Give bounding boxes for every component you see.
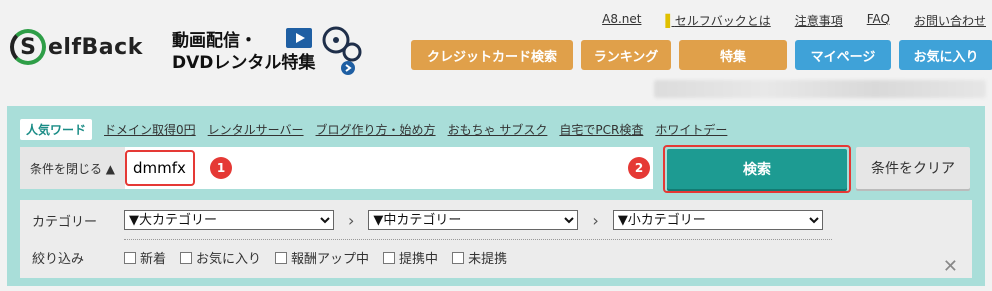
logo-wordmark: elfBack xyxy=(48,34,143,60)
redacted-user-info xyxy=(654,80,986,98)
chevron-right-icon: › xyxy=(592,210,599,230)
close-icon[interactable]: ✕ xyxy=(943,256,958,277)
promo-media-icons xyxy=(284,24,364,76)
popular-word-link[interactable]: ブログ作り方・始め方 xyxy=(316,121,436,138)
checkbox-unpartnered[interactable]: 未提携 xyxy=(452,248,507,267)
filter-divider xyxy=(124,239,832,240)
search-panel: 人気ワード ドメイン取得0円 レンタルサーバー ブログ作り方・始め方 おもちゃ … xyxy=(7,106,985,286)
checkbox-box[interactable] xyxy=(383,251,396,264)
checkbox-favorites[interactable]: お気に入り xyxy=(180,248,261,267)
filter-area: カテゴリー ▼大カテゴリー › ▼中カテゴリー › ▼小カテゴリー 絞り込み 新… xyxy=(20,200,972,278)
page: S elfBack 動画配信・ DVDレンタル特集 A8.net ▌セルフバック… xyxy=(0,0,992,291)
leaf-icon: ▌ xyxy=(665,14,675,28)
popular-word-link[interactable]: ホワイトデー xyxy=(655,121,727,138)
link-faq[interactable]: FAQ xyxy=(867,12,890,29)
toggle-conditions-button[interactable]: 条件を閉じる ▲ xyxy=(20,147,125,189)
popular-word-link[interactable]: ドメイン取得0円 xyxy=(104,121,196,138)
nav-button-mypage[interactable]: マイページ xyxy=(795,40,891,70)
link-contact[interactable]: お問い合わせ xyxy=(914,12,986,29)
major-category-select[interactable]: ▼大カテゴリー xyxy=(124,210,334,230)
nav-button-credit-card[interactable]: クレジットカード検索 xyxy=(411,40,573,70)
popular-word-link[interactable]: レンタルサーバー xyxy=(208,121,304,138)
annotation-marker-2: 2 xyxy=(628,157,650,179)
link-notes[interactable]: 注意事項 xyxy=(795,12,843,29)
mid-category-select[interactable]: ▼中カテゴリー xyxy=(368,210,579,230)
popular-words: 人気ワード ドメイン取得0円 レンタルサーバー ブログ作り方・始め方 おもちゃ … xyxy=(20,119,727,140)
narrow-row: 絞り込み 新着 お気に入り 報酬アップ中 提携中 未提携 xyxy=(20,248,972,267)
checkbox-box[interactable] xyxy=(452,251,465,264)
nav-button-ranking[interactable]: ランキング xyxy=(581,40,671,70)
checkbox-box[interactable] xyxy=(124,251,136,264)
category-row: カテゴリー ▼大カテゴリー › ▼中カテゴリー › ▼小カテゴリー xyxy=(20,210,972,230)
logo-s-mark: S xyxy=(10,29,46,65)
chevron-right-icon: › xyxy=(348,210,355,230)
checkbox-partnered[interactable]: 提携中 xyxy=(383,248,438,267)
selfback-logo[interactable]: S elfBack xyxy=(10,27,143,67)
category-label: カテゴリー xyxy=(32,214,98,230)
nav-buttons: クレジットカード検索 ランキング 特集 マイページ お気に入り xyxy=(411,40,992,70)
search-input[interactable] xyxy=(125,147,653,189)
popular-badge: 人気ワード xyxy=(20,119,93,140)
checkbox-box[interactable] xyxy=(275,251,288,264)
popular-word-link[interactable]: おもちゃ サブスク xyxy=(448,121,548,138)
minor-category-select[interactable]: ▼小カテゴリー xyxy=(612,210,823,230)
header: S elfBack 動画配信・ DVDレンタル特集 A8.net ▌セルフバック… xyxy=(0,0,992,104)
nav-button-favorites[interactable]: お気に入り xyxy=(899,40,992,70)
narrow-label: 絞り込み xyxy=(32,252,85,267)
checkbox-box[interactable] xyxy=(180,251,193,264)
annotation-marker-1: 1 xyxy=(210,157,232,179)
checkbox-new[interactable]: 新着 xyxy=(124,248,166,267)
clear-conditions-button[interactable]: 条件をクリア xyxy=(856,147,970,189)
link-selfback-about[interactable]: ▌セルフバックとは xyxy=(665,12,770,29)
link-a8net[interactable]: A8.net xyxy=(602,12,641,29)
arrow-circle-icon xyxy=(341,61,355,75)
top-links: A8.net ▌セルフバックとは 注意事項 FAQ お問い合わせ xyxy=(602,12,986,29)
popular-word-link[interactable]: 自宅でPCR検査 xyxy=(559,121,643,138)
checkbox-reward-up[interactable]: 報酬アップ中 xyxy=(275,248,369,267)
nav-button-feature[interactable]: 特集 xyxy=(679,40,787,70)
search-button[interactable]: 検索 xyxy=(667,149,847,189)
search-row: 条件を閉じる ▲ 1 2 検索 条件をクリア xyxy=(20,145,972,193)
